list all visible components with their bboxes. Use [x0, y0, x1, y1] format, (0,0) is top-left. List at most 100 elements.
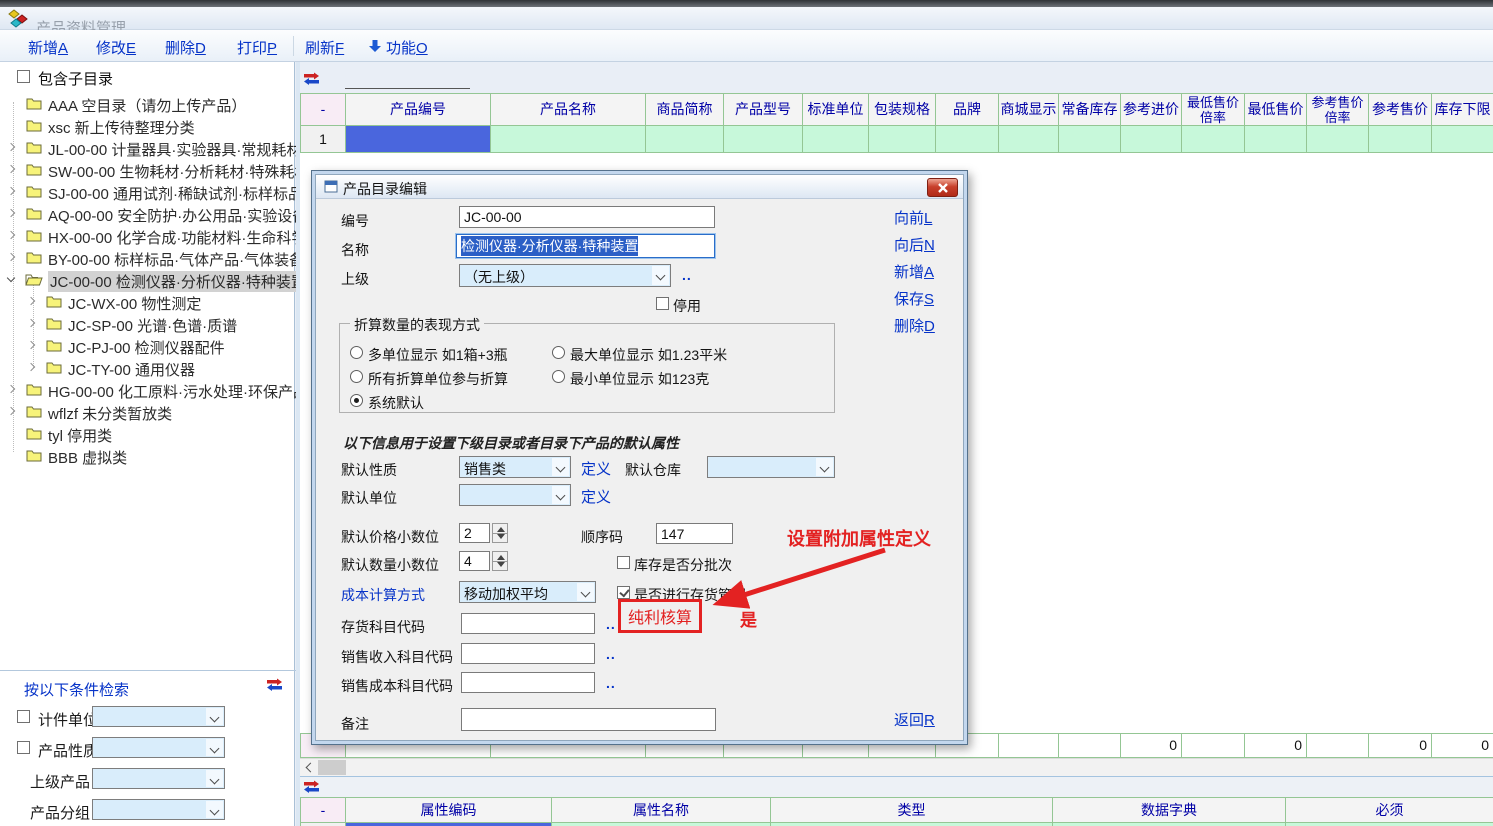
system-default-radio[interactable] — [350, 394, 363, 407]
chevron-down-icon[interactable] — [206, 708, 223, 725]
chevron-down-icon[interactable] — [552, 486, 569, 504]
chevron-down-icon[interactable] — [577, 583, 594, 601]
default-warehouse-label: 默认仓库 — [625, 460, 681, 480]
chevron-down-icon[interactable] — [206, 770, 223, 787]
sales-cost-acct-browse-button[interactable]: .. — [606, 675, 616, 691]
next-button[interactable]: 向后N — [894, 234, 935, 255]
column-header[interactable]: 标准单位 — [803, 94, 869, 126]
save-button[interactable]: 保存S — [894, 288, 934, 309]
return-button[interactable]: 返回R — [894, 709, 935, 730]
parent-dropdown[interactable]: （无上级） — [459, 264, 671, 287]
column-header[interactable]: 产品型号 — [724, 94, 803, 126]
column-header[interactable]: 属性名称 — [552, 798, 771, 823]
include-subdir-checkbox[interactable] — [17, 70, 30, 83]
delete-button[interactable]: 删除D — [894, 315, 935, 336]
column-header[interactable]: 包装规格 — [869, 94, 936, 126]
column-header[interactable]: 常备库存 — [1059, 94, 1121, 126]
scrollbar-thumb[interactable] — [318, 760, 346, 775]
prev-button[interactable]: 向前L — [894, 207, 932, 228]
column-header[interactable]: - — [301, 94, 346, 126]
cost-method-dropdown[interactable]: 移动加权平均 — [459, 581, 596, 603]
sales-income-acct-label: 销售收入科目代码 — [341, 647, 453, 667]
close-icon — [937, 183, 949, 193]
inventory-acct-input[interactable] — [461, 613, 595, 634]
open-folder-icon — [24, 273, 43, 286]
folder-icon — [46, 295, 62, 308]
column-header[interactable]: 属性编码 — [346, 798, 552, 823]
column-header[interactable]: 最低售价 — [1245, 94, 1307, 126]
default-warehouse-dropdown[interactable] — [707, 456, 835, 478]
default-nature-dropdown[interactable]: 销售类 — [459, 456, 571, 478]
add-button[interactable]: 新增A — [894, 261, 934, 282]
remark-input[interactable] — [461, 708, 716, 731]
qty-decimals-stepper[interactable] — [492, 551, 508, 571]
unit-filter-checkbox[interactable] — [17, 710, 30, 723]
nature-filter-label: 产品性质 — [38, 740, 98, 761]
scroll-left-button[interactable] — [300, 759, 317, 776]
default-unit-dropdown[interactable] — [459, 484, 571, 506]
chevron-down-icon[interactable] — [552, 458, 569, 476]
defaults-note: 以下信息用于设置下级目录或者目录下产品的默认属性 — [343, 433, 679, 453]
net-profit-label[interactable]: 纯利核算 — [628, 604, 692, 628]
toolbar-refresh-button[interactable]: 刷新F — [305, 37, 344, 58]
toolbar-delete-button[interactable]: 删除D — [165, 37, 206, 58]
unit-filter-dropdown[interactable] — [92, 706, 225, 727]
locate-icon[interactable] — [303, 780, 320, 794]
net-profit-value: 是 — [740, 606, 757, 631]
max-unit-radio[interactable] — [552, 346, 565, 359]
product-table-row[interactable]: 1 — [300, 126, 1493, 153]
locate-icon[interactable] — [266, 678, 283, 692]
column-header[interactable]: 数据字典 — [1053, 798, 1286, 823]
product-group-dropdown[interactable] — [92, 799, 225, 820]
define-unit-link[interactable]: 定义 — [581, 486, 611, 507]
nature-filter-checkbox[interactable] — [17, 741, 30, 754]
parent-browse-button[interactable]: .. — [682, 267, 692, 283]
chevron-down-icon[interactable] — [816, 458, 833, 476]
column-header[interactable]: 品牌 — [936, 94, 999, 126]
column-header[interactable]: 参考售价 — [1369, 94, 1432, 126]
name-input[interactable]: 检测仪器·分析仪器·特种装置 — [456, 234, 715, 258]
chevron-down-icon[interactable] — [206, 739, 223, 756]
column-header[interactable]: 参考进价 — [1121, 94, 1182, 126]
chevron-down-icon[interactable] — [652, 266, 669, 285]
folder-icon — [26, 141, 42, 154]
qty-decimals-input[interactable]: 4 — [459, 551, 490, 571]
parent-product-dropdown[interactable] — [92, 768, 225, 789]
column-header[interactable]: 产品编号 — [346, 94, 491, 126]
row-number-cell[interactable]: 1 — [301, 126, 346, 153]
price-decimals-stepper[interactable] — [492, 523, 508, 543]
column-header[interactable]: - — [301, 798, 346, 823]
column-header[interactable]: 类型 — [771, 798, 1053, 823]
folder-icon — [26, 251, 42, 264]
column-header[interactable]: 商城显示 — [999, 94, 1059, 126]
folder-icon — [26, 119, 42, 132]
min-unit-radio[interactable] — [552, 370, 565, 383]
disabled-checkbox[interactable] — [656, 297, 669, 310]
toolbar-add-button[interactable]: 新增A — [28, 37, 68, 58]
sales-income-acct-input[interactable] — [461, 643, 595, 664]
toolbar-print-button[interactable]: 打印P — [237, 37, 277, 58]
remark-label: 备注 — [341, 714, 369, 734]
toolbar-separator — [293, 36, 294, 56]
column-header[interactable]: 参考售价倍率 — [1307, 94, 1369, 126]
close-button[interactable] — [927, 178, 958, 197]
nature-filter-dropdown[interactable] — [92, 737, 225, 758]
define-nature-link[interactable]: 定义 — [581, 458, 611, 479]
quick-search-underline[interactable] — [345, 88, 470, 89]
column-header[interactable]: 最低售价倍率 — [1182, 94, 1245, 126]
multi-unit-radio[interactable] — [350, 346, 363, 359]
locate-icon[interactable] — [303, 72, 320, 86]
column-header[interactable]: 必须 — [1286, 798, 1493, 823]
toolbar-function-button[interactable]: 功能O — [386, 37, 428, 58]
column-header[interactable]: 商品简称 — [646, 94, 724, 126]
horizontal-scrollbar[interactable] — [300, 758, 1493, 776]
sales-cost-acct-input[interactable] — [461, 672, 595, 693]
all-convert-radio[interactable] — [350, 370, 363, 383]
price-decimals-input[interactable]: 2 — [459, 523, 490, 543]
column-header[interactable]: 库存下限 — [1432, 94, 1493, 126]
chevron-down-icon[interactable] — [206, 801, 223, 818]
code-input[interactable]: JC-00-00 — [459, 206, 715, 228]
toolbar-edit-button[interactable]: 修改E — [96, 37, 136, 58]
column-header[interactable]: 产品名称 — [491, 94, 646, 126]
selected-cell[interactable] — [346, 126, 491, 153]
